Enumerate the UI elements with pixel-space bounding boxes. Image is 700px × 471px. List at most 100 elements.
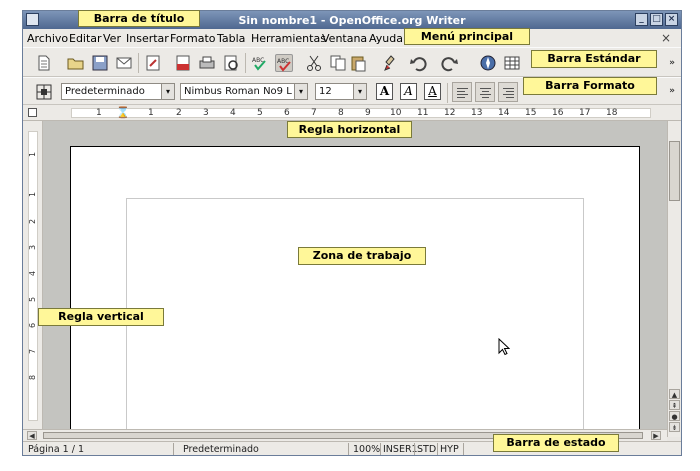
align-left-button[interactable] <box>452 82 472 102</box>
ruler-scale: 1 ⌛ 1 2 3 4 5 6 7 8 9 10 11 12 13 14 15 … <box>71 106 651 119</box>
minimize-button[interactable]: _ <box>635 13 648 26</box>
status-divider <box>414 443 415 455</box>
chevron-down-icon[interactable]: ▾ <box>294 84 307 99</box>
callout-vertical-ruler: Regla vertical <box>38 308 164 326</box>
horizontal-ruler[interactable]: 1 ⌛ 1 2 3 4 5 6 7 8 9 10 11 12 13 14 15 … <box>23 105 681 121</box>
status-divider <box>463 443 464 455</box>
redo-icon[interactable] <box>441 54 459 72</box>
navigation-icon[interactable]: ● <box>669 411 680 421</box>
zoom-indicator[interactable]: 100% <box>353 444 380 455</box>
callout-standard-bar: Barra Estándar <box>531 50 657 68</box>
menu-ventana[interactable]: Ventana <box>322 32 367 45</box>
previous-page-icon[interactable]: ⇞ <box>669 400 680 410</box>
document-page[interactable] <box>70 146 640 437</box>
menu-tabla[interactable]: Tabla <box>217 32 245 45</box>
ruler-tick: 3 <box>28 244 38 251</box>
document-canvas[interactable] <box>43 121 667 437</box>
new-document-icon[interactable] <box>35 54 53 72</box>
toolbar-separator <box>138 53 139 73</box>
vertical-scrollbar[interactable]: ▲ ⇞ ● ⇟ <box>667 121 681 437</box>
ruler-tick: 6 <box>284 108 290 118</box>
ruler-tick: 4 <box>230 108 236 118</box>
toolbar-overflow-icon[interactable]: » <box>669 58 675 68</box>
menu-formato[interactable]: Formato <box>170 32 216 45</box>
print-icon[interactable] <box>198 54 216 72</box>
hyperlink-mode-indicator[interactable]: HYP <box>440 444 459 455</box>
toolbar-separator <box>447 83 448 103</box>
selection-mode-indicator[interactable]: STD <box>417 444 436 455</box>
callout-horizontal-ruler: Regla horizontal <box>287 121 412 138</box>
clone-formatting-icon[interactable] <box>383 54 401 72</box>
tab-stop-selector[interactable] <box>28 108 37 117</box>
autospellcheck-icon[interactable]: ABC <box>275 54 293 72</box>
callout-main-menu: Menú principal <box>404 28 530 45</box>
text-boundary[interactable] <box>126 198 584 437</box>
ruler-tick: 16 <box>552 108 564 118</box>
menu-ayuda[interactable]: Ayuda <box>369 32 403 45</box>
ruler-tick: 2 <box>28 218 38 225</box>
font-name-select[interactable]: Nimbus Roman No9 L ▾ <box>180 83 308 100</box>
underline-button[interactable]: A <box>424 83 441 100</box>
ruler-tick: 9 <box>365 108 371 118</box>
scroll-up-icon[interactable]: ▲ <box>669 389 680 399</box>
ruler-tick: 8 <box>338 108 344 118</box>
styles-formatting-icon[interactable] <box>35 83 53 101</box>
insert-mode-indicator[interactable]: INSER1 <box>383 444 418 455</box>
callout-title-bar: Barra de título <box>78 10 200 27</box>
ruler-tick: 1 <box>28 151 38 158</box>
table-icon[interactable] <box>503 54 521 72</box>
bold-button[interactable]: A <box>376 83 393 100</box>
next-page-icon[interactable]: ⇟ <box>669 422 680 432</box>
edit-file-icon[interactable] <box>144 54 162 72</box>
vertical-ruler[interactable]: 1 1 2 3 4 5 6 7 8 <box>23 121 43 437</box>
scroll-thumb[interactable] <box>669 141 680 201</box>
indent-marker-icon[interactable]: ⌛ <box>116 106 130 119</box>
paragraph-style-select[interactable]: Predeterminado ▾ <box>61 83 175 100</box>
close-button[interactable]: × <box>665 13 678 26</box>
callout-work-area: Zona de trabajo <box>298 247 426 265</box>
chevron-down-icon[interactable]: ▾ <box>161 84 174 99</box>
align-center-button[interactable] <box>475 82 495 102</box>
callout-format-bar: Barra Formato <box>523 77 657 95</box>
ruler-tick: 18 <box>606 108 618 118</box>
italic-button[interactable]: A <box>400 83 417 100</box>
export-pdf-icon[interactable] <box>174 54 192 72</box>
align-right-button[interactable] <box>498 82 518 102</box>
menu-editar[interactable]: Editar <box>69 32 102 45</box>
email-icon[interactable] <box>115 54 133 72</box>
page-preview-icon[interactable] <box>222 54 240 72</box>
cut-icon[interactable] <box>305 54 323 72</box>
scroll-left-icon[interactable]: ◀ <box>27 431 37 440</box>
copy-icon[interactable] <box>329 54 347 72</box>
toolbar-overflow-icon[interactable]: » <box>669 86 675 96</box>
ruler-tick: 1 <box>28 191 38 198</box>
maximize-button[interactable]: □ <box>650 13 663 26</box>
ruler-tick: 1 <box>148 108 154 118</box>
open-folder-icon[interactable] <box>67 54 85 72</box>
font-name-value: Nimbus Roman No9 L <box>184 86 292 97</box>
ruler-tick: 8 <box>28 374 38 381</box>
ruler-tick: 5 <box>257 108 263 118</box>
menu-archivo[interactable]: Archivo <box>27 32 68 45</box>
scroll-right-icon[interactable]: ▶ <box>651 431 661 440</box>
page-style-indicator[interactable]: Predeterminado <box>183 444 259 455</box>
menu-insertar[interactable]: Insertar <box>126 32 169 45</box>
spellcheck-icon[interactable]: ABC <box>251 54 269 72</box>
menu-herramientas[interactable]: Herramientas <box>251 32 326 45</box>
menu-ver[interactable]: Ver <box>103 32 121 45</box>
main-menu: Archivo Editar Ver Insertar Formato Tabl… <box>23 29 681 47</box>
undo-icon[interactable] <box>409 54 427 72</box>
save-icon[interactable] <box>91 54 109 72</box>
ruler-tick: 10 <box>390 108 402 118</box>
font-size-select[interactable]: 12 ▾ <box>315 83 367 100</box>
status-divider <box>173 443 174 455</box>
ruler-tick: 7 <box>28 348 38 355</box>
ruler-tick: 4 <box>28 270 38 277</box>
navigator-icon[interactable] <box>479 54 497 72</box>
font-size-value: 12 <box>319 86 332 97</box>
paste-icon[interactable] <box>349 54 367 72</box>
close-document-icon[interactable]: × <box>661 31 671 45</box>
chevron-down-icon[interactable]: ▾ <box>353 84 366 99</box>
page-indicator[interactable]: Página 1 / 1 <box>28 444 84 455</box>
ruler-tick: 12 <box>444 108 456 118</box>
